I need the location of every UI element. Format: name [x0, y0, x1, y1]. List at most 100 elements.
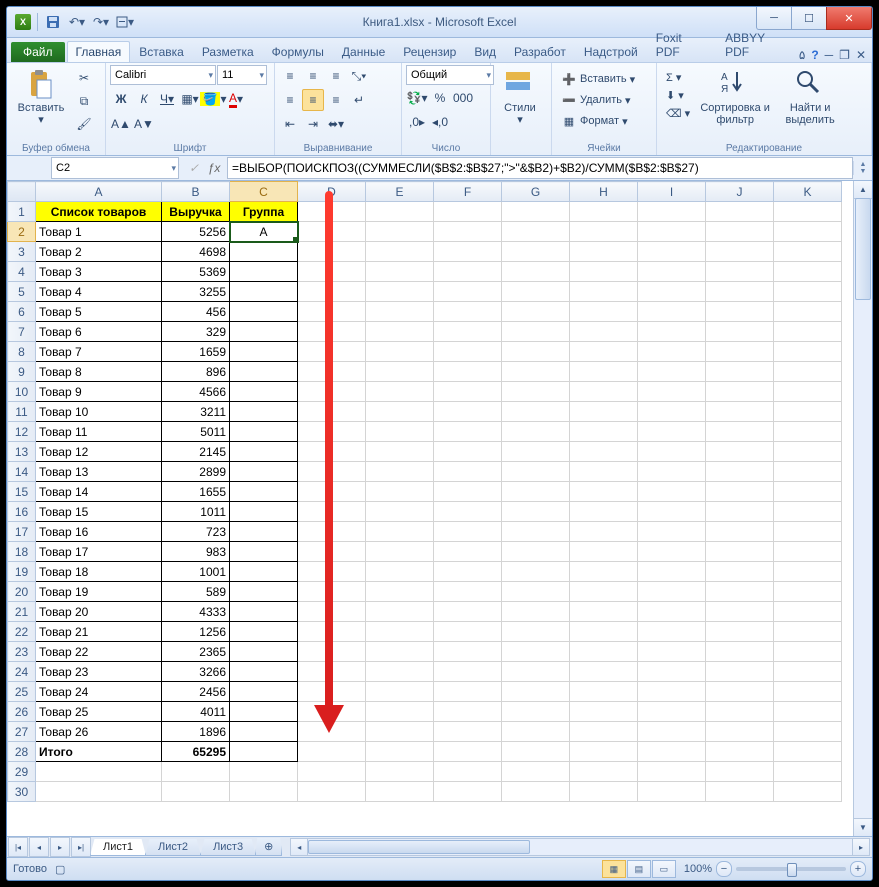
cell[interactable]: 1256	[162, 622, 230, 642]
col-header[interactable]: I	[638, 182, 706, 202]
cell[interactable]: 983	[162, 542, 230, 562]
cell[interactable]	[706, 482, 774, 502]
fx-icon[interactable]: ƒx	[205, 159, 223, 177]
cell[interactable]	[434, 282, 502, 302]
cell[interactable]	[366, 622, 434, 642]
cell[interactable]: 2456	[162, 682, 230, 702]
cell[interactable]	[638, 502, 706, 522]
cell[interactable]	[774, 622, 842, 642]
redo-icon[interactable]: ↷▾	[92, 13, 110, 31]
cell[interactable]	[570, 782, 638, 802]
cell[interactable]	[434, 622, 502, 642]
cell[interactable]: 4333	[162, 602, 230, 622]
zoom-slider[interactable]	[736, 867, 846, 871]
cell[interactable]	[638, 282, 706, 302]
cell[interactable]	[366, 402, 434, 422]
cell[interactable]: 5011	[162, 422, 230, 442]
cell[interactable]	[706, 422, 774, 442]
cell[interactable]	[502, 702, 570, 722]
cell[interactable]	[638, 562, 706, 582]
cell[interactable]	[366, 522, 434, 542]
zoom-out-icon[interactable]: −	[716, 861, 732, 877]
cell[interactable]	[230, 582, 298, 602]
cell[interactable]	[774, 422, 842, 442]
cell[interactable]	[298, 362, 366, 382]
paste-button[interactable]: Вставить▾	[11, 65, 71, 129]
row-header[interactable]: 3	[8, 242, 36, 262]
cell[interactable]	[638, 442, 706, 462]
scroll-down-icon[interactable]: ▼	[853, 818, 872, 836]
cell[interactable]	[230, 302, 298, 322]
cell[interactable]: 2365	[162, 642, 230, 662]
cell[interactable]	[366, 722, 434, 742]
sheet-nav-next-icon[interactable]: ▸	[50, 837, 70, 857]
row-header[interactable]: 13	[8, 442, 36, 462]
cell[interactable]	[706, 262, 774, 282]
cell[interactable]	[434, 402, 502, 422]
cell[interactable]	[706, 442, 774, 462]
cell[interactable]	[502, 242, 570, 262]
cell[interactable]	[570, 742, 638, 762]
cell[interactable]	[502, 522, 570, 542]
cell[interactable]	[706, 742, 774, 762]
insert-cells-button[interactable]: ➕Вставить ▾	[556, 69, 640, 89]
sheet-nav-last-icon[interactable]: ▸|	[71, 837, 91, 857]
currency-icon[interactable]: 💱▾	[406, 87, 428, 109]
shrink-font-icon[interactable]: A▼	[133, 113, 155, 135]
cell[interactable]	[570, 242, 638, 262]
cell[interactable]	[502, 542, 570, 562]
cell[interactable]	[774, 542, 842, 562]
cell[interactable]: Товар 21	[36, 622, 162, 642]
cell[interactable]: Товар 19	[36, 582, 162, 602]
cell[interactable]	[298, 742, 366, 762]
cell[interactable]	[502, 382, 570, 402]
cell[interactable]	[638, 602, 706, 622]
cell[interactable]	[502, 502, 570, 522]
cell[interactable]: Товар 6	[36, 322, 162, 342]
cell[interactable]	[502, 662, 570, 682]
row-header[interactable]: 9	[8, 362, 36, 382]
cell[interactable]	[434, 202, 502, 222]
formula-input[interactable]: =ВЫБОР(ПОИСКПОЗ((СУММЕСЛИ($B$2:$B$27;">"…	[227, 157, 853, 179]
cell[interactable]	[774, 402, 842, 422]
cell[interactable]	[570, 282, 638, 302]
row-header[interactable]: 24	[8, 662, 36, 682]
font-size-combo[interactable]: 11	[217, 65, 267, 85]
cell[interactable]	[298, 702, 366, 722]
cell[interactable]	[434, 382, 502, 402]
cell[interactable]	[298, 782, 366, 802]
cell[interactable]	[502, 282, 570, 302]
cell[interactable]	[706, 762, 774, 782]
cell[interactable]	[706, 322, 774, 342]
cell[interactable]	[230, 482, 298, 502]
cell[interactable]	[774, 562, 842, 582]
cell[interactable]	[230, 382, 298, 402]
cell[interactable]: Товар 1	[36, 222, 162, 242]
cell[interactable]	[638, 542, 706, 562]
cell[interactable]	[434, 442, 502, 462]
cell[interactable]	[230, 262, 298, 282]
cell[interactable]	[230, 342, 298, 362]
cell[interactable]	[434, 482, 502, 502]
format-cells-button[interactable]: ▦Формат ▾	[556, 111, 640, 131]
cell[interactable]	[638, 422, 706, 442]
cell[interactable]	[570, 442, 638, 462]
cell[interactable]	[230, 282, 298, 302]
cell[interactable]	[706, 542, 774, 562]
fill-handle[interactable]	[292, 236, 298, 242]
cell[interactable]	[774, 462, 842, 482]
cell[interactable]	[502, 562, 570, 582]
cell[interactable]	[502, 622, 570, 642]
cell[interactable]	[706, 682, 774, 702]
cell[interactable]	[434, 322, 502, 342]
cell[interactable]	[774, 322, 842, 342]
row-header[interactable]: 4	[8, 262, 36, 282]
cell[interactable]: Товар 12	[36, 442, 162, 462]
cell[interactable]	[366, 642, 434, 662]
cell[interactable]: Товар 23	[36, 662, 162, 682]
cell[interactable]: Выручка	[162, 202, 230, 222]
tab-layout[interactable]: Разметка	[193, 41, 263, 62]
row-header[interactable]: 29	[8, 762, 36, 782]
bold-icon[interactable]: Ж	[110, 88, 132, 110]
cell[interactable]	[366, 582, 434, 602]
